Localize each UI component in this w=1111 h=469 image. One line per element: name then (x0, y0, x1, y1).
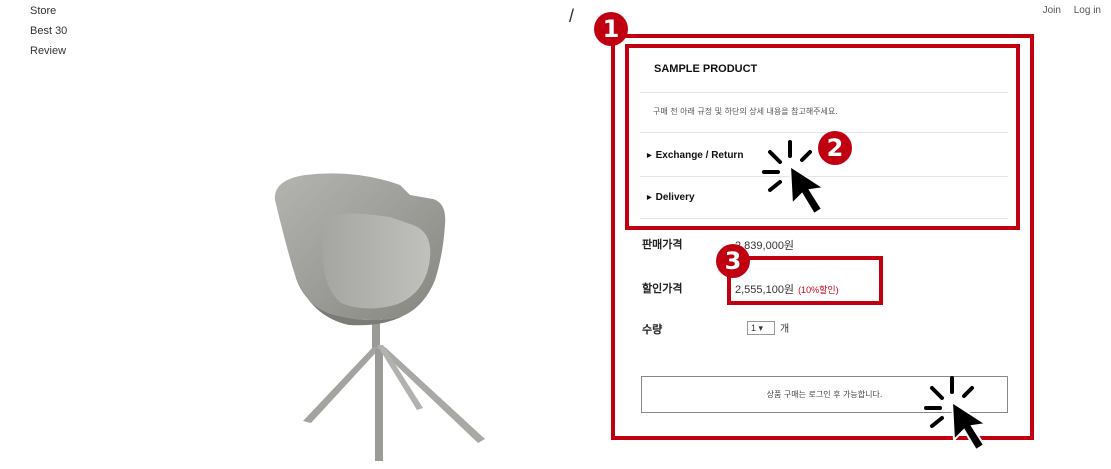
click-cursor-icon (924, 376, 989, 452)
click-cursor-icon (762, 140, 827, 216)
nav-item-store[interactable]: Store (30, 5, 67, 17)
breadcrumb-separator: / (569, 6, 575, 26)
annotation-badge-1: 1 (594, 12, 628, 46)
product-image (265, 165, 495, 469)
nav-item-review[interactable]: Review (30, 45, 67, 57)
chair-image (274, 173, 485, 461)
account-links: Join Log in (1033, 5, 1101, 16)
annotation-box-3 (727, 256, 883, 305)
join-link[interactable]: Join (1043, 5, 1061, 16)
login-link[interactable]: Log in (1074, 5, 1101, 16)
left-nav: Store Best 30 Review (30, 5, 67, 65)
annotation-badge-3: 3 (716, 244, 750, 278)
nav-item-best30[interactable]: Best 30 (30, 25, 67, 37)
